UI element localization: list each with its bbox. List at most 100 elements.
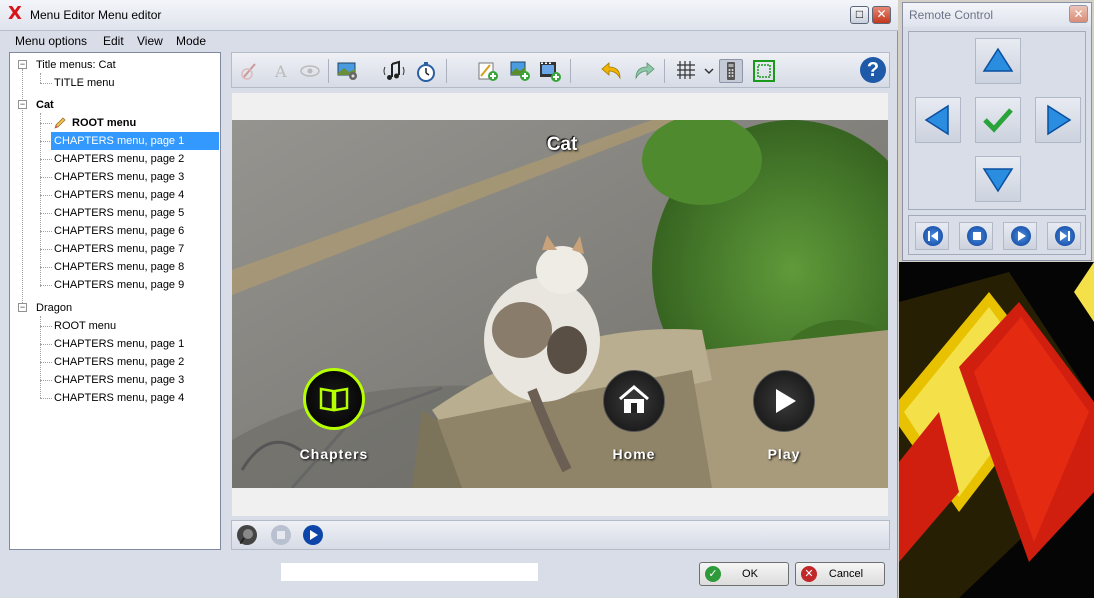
tree-item[interactable]: CHAPTERS menu, page 7 (54, 240, 184, 258)
house-icon (619, 385, 649, 413)
arrow-left-icon (924, 104, 949, 136)
cancel-button[interactable]: ✕ Cancel (795, 562, 885, 586)
background-photo (232, 120, 888, 488)
play-icon (1018, 231, 1026, 241)
text-icon[interactable]: A (268, 59, 292, 83)
collapse-icon[interactable]: − (18, 303, 27, 312)
pencil-icon (54, 117, 66, 129)
maximize-button[interactable]: □ (850, 6, 869, 24)
transport-controls (908, 215, 1086, 255)
window-title: Menu Editor Menu editor (30, 8, 162, 22)
tree-item[interactable]: CHAPTERS menu, page 4 (54, 186, 184, 204)
menu-bar: Menu options Edit View Mode (0, 31, 898, 51)
next-button[interactable] (1047, 222, 1081, 250)
tree-item[interactable]: TITLE menu (54, 74, 115, 92)
add-text-button-icon[interactable] (476, 59, 500, 83)
menu-editor-window: X Menu Editor Menu editor □ ✕ Menu optio… (0, 0, 898, 598)
tree-item[interactable]: CHAPTERS menu, page 8 (54, 258, 184, 276)
help-button[interactable]: ? (860, 57, 886, 83)
ok-button[interactable]: ✓ OK (699, 562, 789, 586)
menu-button-chapters[interactable] (303, 368, 365, 430)
tree-group-dragon[interactable]: Dragon (36, 299, 72, 317)
menu-options[interactable]: Menu options (15, 34, 87, 48)
collapse-icon[interactable]: − (18, 100, 27, 109)
desktop-background-art (899, 262, 1094, 598)
menu-edit[interactable]: Edit (103, 34, 124, 48)
status-field (281, 563, 538, 581)
arrow-down-icon (982, 168, 1014, 193)
tree-group-title-menus[interactable]: Title menus: Cat (36, 56, 116, 74)
stop-button[interactable] (959, 222, 993, 250)
tree-item[interactable]: ROOT menu (72, 114, 136, 132)
remote-icon (727, 62, 735, 80)
direction-pad (908, 31, 1086, 210)
up-button[interactable] (975, 38, 1021, 84)
tree-item[interactable]: ROOT menu (54, 317, 116, 335)
chevron-down-icon[interactable] (704, 67, 714, 75)
logo-graphic (899, 262, 1094, 598)
grid-icon[interactable] (675, 59, 699, 83)
remote-close-button[interactable]: ✕ (1069, 5, 1088, 23)
tree-item[interactable]: CHAPTERS menu, page 4 (54, 389, 184, 407)
collapse-icon[interactable]: − (18, 60, 27, 69)
tree-item[interactable]: CHAPTERS menu, page 5 (54, 204, 184, 222)
book-icon (319, 387, 349, 412)
tree-item[interactable]: CHAPTERS menu, page 3 (54, 371, 184, 389)
menu-title-text: Cat (546, 134, 578, 155)
menu-mode[interactable]: Mode (176, 34, 206, 48)
add-image-button-icon[interactable] (508, 59, 532, 83)
stop-icon[interactable] (270, 524, 292, 546)
remote-control-toggle[interactable] (719, 59, 743, 83)
maximize-icon: □ (855, 7, 864, 21)
menu-tree[interactable]: − Title menus: Cat TITLE menu − Cat ROOT… (9, 52, 221, 550)
undo-icon[interactable] (600, 59, 624, 83)
tree-item[interactable]: CHAPTERS menu, page 6 (54, 222, 184, 240)
timer-icon[interactable] (414, 59, 438, 83)
tree-item[interactable]: CHAPTERS menu, page 1 (54, 335, 184, 353)
skip-back-icon (928, 231, 938, 241)
check-icon (983, 108, 1013, 133)
panel-splitter[interactable] (222, 52, 228, 550)
close-button[interactable]: ✕ (872, 6, 891, 24)
title-bar[interactable]: X Menu Editor Menu editor □ ✕ (0, 0, 898, 31)
arrow-right-icon (1047, 104, 1072, 136)
record-icon[interactable] (236, 524, 258, 546)
down-button[interactable] (975, 156, 1021, 202)
stop-icon (973, 232, 981, 240)
play-label: Play (767, 446, 801, 462)
remote-title-bar[interactable]: Remote Control ✕ (903, 3, 1091, 27)
svg-text:A: A (274, 62, 287, 81)
select-button[interactable] (975, 97, 1021, 143)
tree-item[interactable]: CHAPTERS menu, page 2 (54, 150, 184, 168)
arrow-up-icon (982, 47, 1014, 72)
menu-button-home[interactable] (603, 370, 665, 432)
play-icon (776, 389, 796, 413)
play-button[interactable] (1003, 222, 1037, 250)
tree-item[interactable]: CHAPTERS menu, page 3 (54, 168, 184, 186)
safe-area-icon[interactable] (752, 59, 776, 83)
eye-icon[interactable] (298, 59, 322, 83)
redo-icon[interactable] (632, 59, 656, 83)
add-video-button-icon[interactable] (538, 59, 562, 83)
remote-control-window: Remote Control ✕ (902, 2, 1092, 261)
skip-forward-icon (1060, 231, 1070, 241)
tree-group-cat[interactable]: Cat (36, 96, 54, 114)
chapters-label: Chapters (299, 446, 369, 462)
menu-preview-canvas[interactable]: Cat Chapters Home Play (232, 120, 888, 488)
erase-icon[interactable] (238, 59, 262, 83)
music-icon[interactable] (382, 59, 406, 83)
tree-item-selected[interactable]: CHAPTERS menu, page 1 (51, 132, 219, 150)
close-icon: ✕ (876, 7, 887, 21)
previous-button[interactable] (915, 222, 949, 250)
background-settings-icon[interactable] (336, 59, 360, 83)
tree-item[interactable]: CHAPTERS menu, page 2 (54, 353, 184, 371)
menu-view[interactable]: View (137, 34, 163, 48)
tree-item[interactable]: CHAPTERS menu, page 9 (54, 276, 184, 294)
help-icon: ? (866, 59, 880, 81)
editor-toolbar: A ? (231, 52, 890, 88)
play-icon[interactable] (302, 524, 324, 546)
menu-button-play[interactable] (753, 370, 815, 432)
left-button[interactable] (915, 97, 961, 143)
right-button[interactable] (1035, 97, 1081, 143)
app-logo-icon: X (8, 3, 22, 24)
